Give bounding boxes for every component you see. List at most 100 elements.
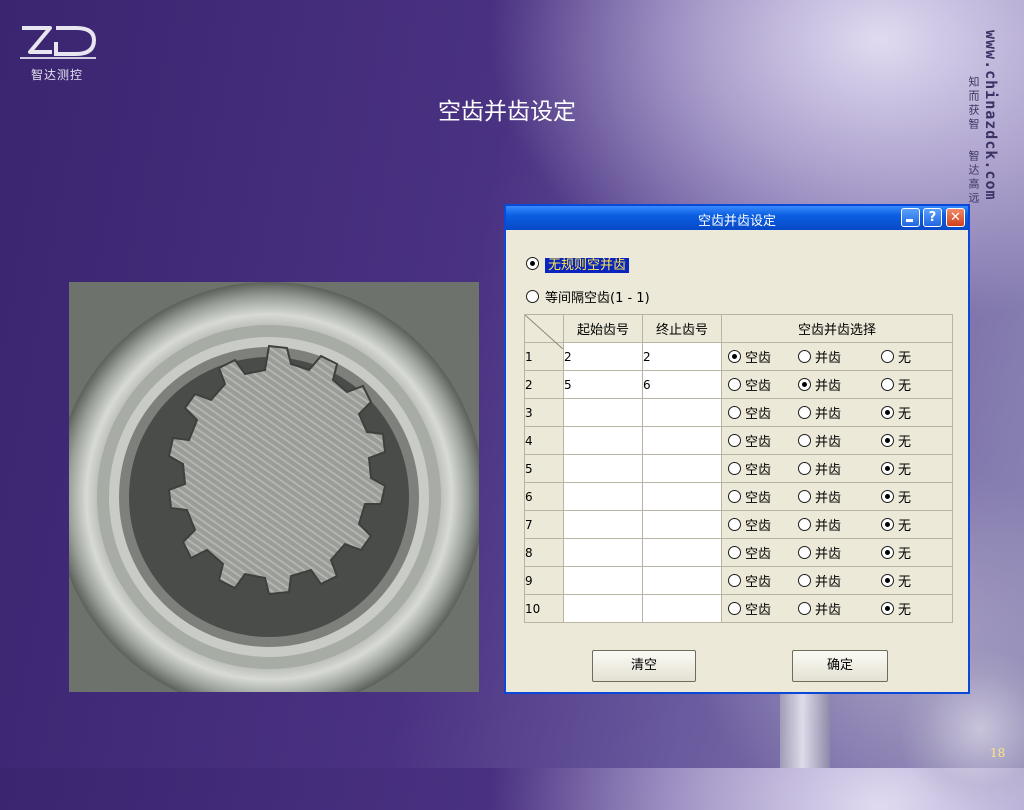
choice-gap-tooth-option[interactable]: 空齿	[728, 599, 798, 618]
tooth-choice-cell: 空齿 并齿 无	[721, 594, 953, 623]
choice-gap-tooth-radio[interactable]	[728, 462, 741, 475]
start-tooth-input[interactable]	[563, 398, 643, 427]
choice-none-label: 无	[898, 379, 912, 394]
choice-gap-tooth-radio[interactable]	[728, 546, 741, 559]
choice-none-radio[interactable]	[881, 406, 894, 419]
choice-merged-tooth-option[interactable]: 并齿	[798, 543, 881, 562]
end-tooth-input[interactable]	[642, 398, 722, 427]
choice-none-option[interactable]: 无	[881, 571, 921, 590]
choice-none-label: 无	[898, 491, 912, 506]
choice-merged-tooth-radio[interactable]	[798, 378, 811, 391]
mode-equal-interval-radio[interactable]	[526, 290, 539, 303]
minimize-icon[interactable]	[901, 208, 920, 227]
start-tooth-input[interactable]	[563, 538, 643, 567]
choice-none-option[interactable]: 无	[881, 375, 921, 394]
choice-gap-tooth-option[interactable]: 空齿	[728, 403, 798, 422]
end-tooth-input[interactable]	[642, 566, 722, 595]
choice-none-radio[interactable]	[881, 546, 894, 559]
choice-gap-tooth-option[interactable]: 空齿	[728, 487, 798, 506]
start-tooth-input[interactable]	[563, 566, 643, 595]
choice-merged-tooth-option[interactable]: 并齿	[798, 459, 881, 478]
choice-merged-tooth-radio[interactable]	[798, 490, 811, 503]
choice-merged-tooth-radio[interactable]	[798, 350, 811, 363]
choice-none-option[interactable]: 无	[881, 487, 921, 506]
help-icon[interactable]: ?	[923, 208, 942, 227]
choice-none-option[interactable]: 无	[881, 599, 921, 618]
choice-gap-tooth-label: 空齿	[745, 519, 772, 534]
choice-none-option[interactable]: 无	[881, 347, 921, 366]
choice-gap-tooth-radio[interactable]	[728, 490, 741, 503]
choice-gap-tooth-option[interactable]: 空齿	[728, 515, 798, 534]
choice-gap-tooth-option[interactable]: 空齿	[728, 431, 798, 450]
header-start-tooth: 起始齿号	[563, 314, 643, 343]
choice-gap-tooth-radio[interactable]	[728, 350, 741, 363]
end-tooth-input[interactable]	[642, 454, 722, 483]
start-tooth-input[interactable]: 5	[563, 370, 643, 399]
choice-none-radio[interactable]	[881, 462, 894, 475]
choice-none-radio[interactable]	[881, 602, 894, 615]
choice-none-option[interactable]: 无	[881, 459, 921, 478]
mode-option-equal-interval[interactable]: 等间隔空齿(1 - 1)	[526, 287, 650, 306]
end-tooth-input[interactable]	[642, 510, 722, 539]
choice-merged-tooth-option[interactable]: 并齿	[798, 347, 881, 366]
end-tooth-input[interactable]: 2	[642, 342, 722, 371]
choice-none-option[interactable]: 无	[881, 431, 921, 450]
choice-gap-tooth-option[interactable]: 空齿	[728, 543, 798, 562]
start-tooth-input[interactable]	[563, 454, 643, 483]
choice-none-label: 无	[898, 519, 912, 534]
choice-merged-tooth-radio[interactable]	[798, 406, 811, 419]
choice-merged-tooth-radio[interactable]	[798, 546, 811, 559]
choice-none-option[interactable]: 无	[881, 515, 921, 534]
choice-merged-tooth-option[interactable]: 并齿	[798, 599, 881, 618]
end-tooth-input[interactable]	[642, 538, 722, 567]
start-tooth-input[interactable]: 2	[563, 342, 643, 371]
choice-gap-tooth-radio[interactable]	[728, 378, 741, 391]
choice-gap-tooth-radio[interactable]	[728, 406, 741, 419]
table-row: 1 2 2 空齿 并齿无	[524, 342, 953, 371]
end-tooth-input[interactable]	[642, 482, 722, 511]
choice-gap-tooth-radio[interactable]	[728, 602, 741, 615]
choice-gap-tooth-radio[interactable]	[728, 518, 741, 531]
start-tooth-input[interactable]	[563, 482, 643, 511]
choice-merged-tooth-radio[interactable]	[798, 518, 811, 531]
choice-gap-tooth-option[interactable]: 空齿	[728, 459, 798, 478]
clear-button[interactable]: 清空	[592, 650, 696, 682]
end-tooth-input[interactable]	[642, 594, 722, 623]
close-icon[interactable]: ✕	[946, 208, 965, 227]
ok-button[interactable]: 确定	[792, 650, 888, 682]
choice-none-radio[interactable]	[881, 378, 894, 391]
choice-merged-tooth-option[interactable]: 并齿	[798, 431, 881, 450]
choice-none-radio[interactable]	[881, 434, 894, 447]
start-tooth-input[interactable]	[563, 426, 643, 455]
choice-none-radio[interactable]	[881, 350, 894, 363]
end-tooth-input[interactable]: 6	[642, 370, 722, 399]
choice-merged-tooth-option[interactable]: 并齿	[798, 515, 881, 534]
choice-none-radio[interactable]	[881, 518, 894, 531]
table-header-row: 起始齿号 终止齿号 空齿并齿选择	[524, 314, 953, 349]
choice-merged-tooth-radio[interactable]	[798, 574, 811, 587]
choice-merged-tooth-option[interactable]: 并齿	[798, 487, 881, 506]
end-tooth-input[interactable]	[642, 426, 722, 455]
mode-irregular-radio[interactable]	[526, 257, 539, 270]
choice-gap-tooth-option[interactable]: 空齿	[728, 375, 798, 394]
mode-equal-interval-label: 等间隔空齿(1 - 1)	[545, 291, 650, 306]
choice-none-option[interactable]: 无	[881, 543, 921, 562]
dialog-titlebar[interactable]: 空齿并齿设定 ? ✕	[506, 206, 968, 230]
choice-merged-tooth-option[interactable]: 并齿	[798, 375, 881, 394]
start-tooth-input[interactable]	[563, 510, 643, 539]
mode-option-irregular[interactable]: 无规则空并齿	[526, 254, 630, 273]
choice-gap-tooth-option[interactable]: 空齿	[728, 571, 798, 590]
choice-none-option[interactable]: 无	[881, 403, 921, 422]
choice-merged-tooth-radio[interactable]	[798, 462, 811, 475]
choice-merged-tooth-option[interactable]: 并齿	[798, 403, 881, 422]
choice-merged-tooth-radio[interactable]	[798, 434, 811, 447]
choice-gap-tooth-radio[interactable]	[728, 434, 741, 447]
choice-merged-tooth-radio[interactable]	[798, 602, 811, 615]
choice-merged-tooth-option[interactable]: 并齿	[798, 571, 881, 590]
choice-gap-tooth-radio[interactable]	[728, 574, 741, 587]
start-tooth-input[interactable]	[563, 594, 643, 623]
choice-none-radio[interactable]	[881, 574, 894, 587]
choice-gap-tooth-label: 空齿	[745, 463, 772, 478]
choice-none-radio[interactable]	[881, 490, 894, 503]
choice-gap-tooth-option[interactable]: 空齿	[728, 347, 798, 366]
